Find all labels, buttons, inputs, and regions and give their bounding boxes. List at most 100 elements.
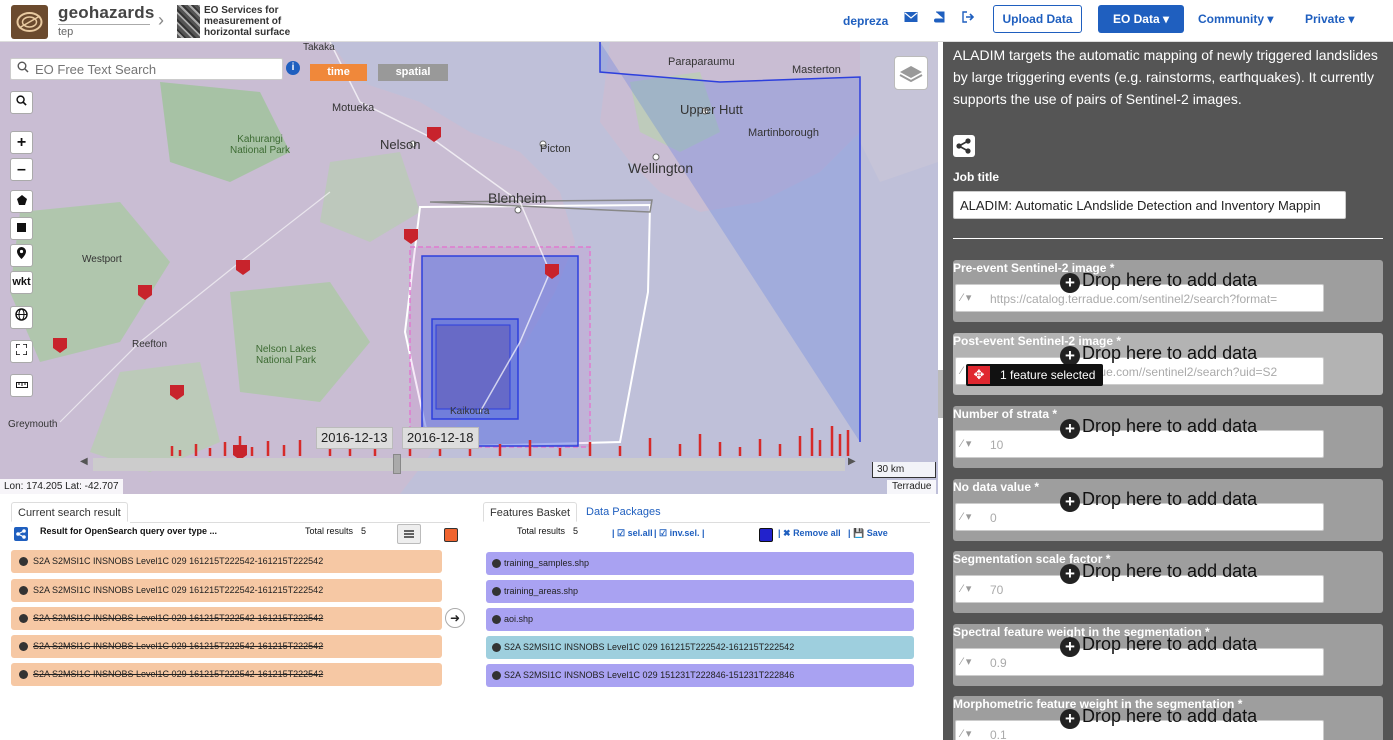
user-link[interactable]: depreza [843, 14, 888, 28]
plus-circle-icon: + [1060, 709, 1080, 729]
timeline-track[interactable] [93, 458, 845, 471]
plus-circle-icon: + [1060, 346, 1080, 366]
service-description: ALADIM targets the automatic mapping of … [953, 47, 1378, 107]
private-dropdown[interactable]: Private ▾ [1305, 12, 1354, 26]
sign-out-icon[interactable] [962, 11, 975, 26]
chevron-right-icon: › [158, 10, 164, 30]
search-result-row[interactable]: S2A S2MSI1C INSNOBS Level1C 029 161215T2… [11, 579, 442, 602]
field-pre-event-image[interactable]: Pre-event Sentinel-2 image * ⁄ ▾ https:/… [953, 260, 1383, 322]
info-icon[interactable]: i [286, 61, 300, 75]
globe-icon [492, 587, 501, 596]
basket-row[interactable]: training_samples.shp [486, 552, 914, 575]
row-text: aoi.shp [504, 614, 534, 624]
timeline-start-date[interactable]: 2016-12-13 [316, 427, 393, 449]
search-result-row[interactable]: S2A S2MSI1C INSNOBS Level1C 029 161215T2… [11, 635, 442, 658]
field-segmentation-scale[interactable]: Segmentation scale factor * ⁄ ▾ 70 + Drop… [953, 551, 1383, 613]
place-label: Upper Hutt [680, 102, 743, 117]
basket-row[interactable]: aoi.shp [486, 608, 914, 631]
ruler-icon[interactable] [10, 374, 33, 397]
draw-rectangle-button[interactable] [10, 217, 33, 240]
magic-wand-icon[interactable]: ⁄ ▾ [961, 510, 971, 523]
eo-data-dropdown[interactable]: EO Data ▾ [1098, 5, 1184, 33]
select-all-label: sel.all [627, 528, 653, 538]
basket-row[interactable]: S2A S2MSI1C INSNOBS Level1C 029 151231T2… [486, 664, 914, 687]
job-title-input[interactable] [953, 191, 1346, 219]
tab-current-search-result[interactable]: Current search result [11, 502, 128, 522]
field-value: 0.9 [990, 656, 1007, 670]
geohazards-logo[interactable] [11, 5, 48, 39]
book-icon[interactable] [934, 11, 945, 27]
service-title-line: horizontal surface [204, 27, 291, 38]
timeline-end-date[interactable]: 2016-12-18 [402, 427, 479, 449]
brand-name[interactable]: geohazards [58, 3, 154, 23]
timeline-right-arrow[interactable]: ▶ [848, 456, 856, 467]
basket-row[interactable]: S2A S2MSI1C INSNOBS Level1C 029 161215T2… [486, 636, 914, 659]
tab-features-basket[interactable]: Features Basket [483, 502, 578, 522]
spatial-filter-button[interactable]: spatial [378, 64, 448, 81]
arrow-right-icon[interactable]: ➜ [445, 608, 465, 628]
globe-icon [19, 557, 28, 566]
zoom-in-button[interactable]: + [10, 131, 33, 154]
time-filter-button[interactable]: time [310, 64, 367, 81]
tab-data-packages[interactable]: Data Packages [580, 502, 667, 522]
plus-circle-icon: + [1060, 564, 1080, 584]
upload-data-button[interactable]: Upload Data [993, 5, 1082, 33]
place-label: Nelson Lakes National Park [255, 344, 317, 366]
color-swatch[interactable] [444, 528, 458, 542]
tab-divider [130, 522, 450, 523]
color-swatch[interactable] [759, 528, 773, 542]
magic-wand-icon[interactable]: ⁄ ▾ [961, 655, 971, 668]
timeline-handle[interactable] [393, 454, 401, 474]
drop-zone-label[interactable]: + Drop here to add data [1060, 489, 1257, 512]
field-morphometric-weight[interactable]: Morphometric feature weight in the segme… [953, 696, 1383, 740]
search-result-row[interactable]: S2A S2MSI1C INSNOBS Level1C 029 161215T2… [11, 550, 442, 573]
field-value: 0 [990, 511, 997, 525]
zoom-out-button[interactable]: – [10, 158, 33, 181]
drop-zone-label[interactable]: + Drop here to add data [1060, 343, 1257, 366]
magic-wand-icon[interactable]: ⁄ ▾ [961, 582, 971, 595]
wkt-button[interactable]: wkt [10, 271, 33, 294]
row-text: S2A S2MSI1C INSNOBS Level1C 029 151231T2… [504, 670, 795, 680]
invert-selection-button[interactable]: | ☑ inv.sel. | [654, 528, 704, 539]
community-dropdown[interactable]: Community ▾ [1198, 12, 1273, 26]
search-icon [17, 61, 29, 76]
envelope-icon[interactable] [904, 11, 918, 26]
share-icon[interactable] [14, 527, 28, 541]
search-result-row[interactable]: S2A S2MSI1C INSNOBS Level1C 029 161215T2… [11, 607, 442, 630]
drop-label-text: Drop here to add data [1082, 416, 1258, 436]
drop-zone-label[interactable]: + Drop here to add data [1060, 416, 1257, 439]
drop-zone-label[interactable]: + Drop here to add data [1060, 634, 1257, 657]
drop-zone-label[interactable]: + Drop here to add data [1060, 706, 1257, 729]
map-marker-icon[interactable] [10, 244, 33, 267]
magic-wand-icon[interactable]: ⁄ ▾ [961, 727, 971, 740]
magic-wand-icon[interactable]: ⁄ ▾ [961, 291, 971, 304]
magic-wand-icon[interactable]: ⁄ ▾ [961, 437, 971, 450]
draw-polygon-button[interactable] [10, 190, 33, 213]
timeline-left-arrow[interactable]: ◀ [80, 456, 88, 467]
map-view[interactable]: Takaka Paraparaumu Masterton Motueka Upp… [0, 42, 938, 494]
row-text: S2A S2MSI1C INSNOBS Level1C 029 161215T2… [33, 556, 324, 566]
eo-search-input[interactable] [35, 61, 275, 77]
map-search-button[interactable] [10, 91, 33, 114]
plus-circle-icon: + [1060, 492, 1080, 512]
search-result-row[interactable]: S2A S2MSI1C INSNOBS Level1C 029 161215T2… [11, 663, 442, 686]
select-all-button[interactable]: | ☑ sel.all [612, 528, 653, 539]
basket-row[interactable]: training_areas.shp [486, 580, 914, 603]
save-button[interactable]: | 💾 Save [848, 528, 888, 539]
list-view-icon[interactable] [397, 524, 421, 544]
globe-icon [492, 559, 501, 568]
top-navbar: geohazards tep › EO Services for measure… [0, 0, 1393, 42]
field-number-of-strata[interactable]: Number of strata * ⁄ ▾ 10 + Drop here to … [953, 406, 1383, 468]
drop-zone-label[interactable]: + Drop here to add data [1060, 561, 1257, 584]
fullscreen-icon[interactable] [10, 340, 33, 363]
field-spectral-weight[interactable]: Spectral feature weight in the segmentat… [953, 624, 1383, 686]
globe-icon[interactable] [10, 306, 33, 329]
field-no-data-value[interactable]: No data value * ⁄ ▾ 0 + Drop here to add … [953, 479, 1383, 541]
globe-icon [19, 642, 28, 651]
share-icon[interactable] [953, 135, 975, 157]
layers-icon[interactable] [894, 56, 928, 90]
drop-zone-label[interactable]: + Drop here to add data [1060, 270, 1257, 293]
map-attribution[interactable]: Terradue [887, 480, 937, 494]
tab-divider [660, 522, 930, 523]
remove-all-button[interactable]: | ✖ Remove all [778, 528, 841, 539]
